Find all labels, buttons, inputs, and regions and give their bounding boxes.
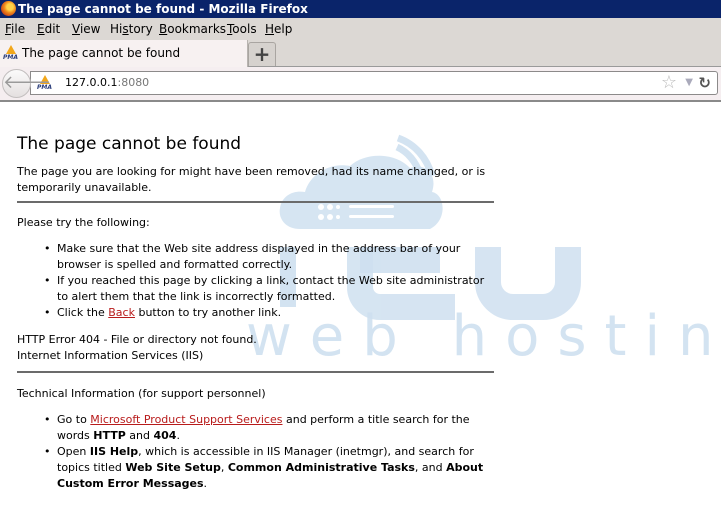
try-heading: Please try the following: (17, 216, 150, 229)
tab-page-not-found[interactable]: PMA The page cannot be found (0, 40, 248, 67)
navigation-bar: PMA 127.0.0.1:8080 ☆ ▼ ↻ 🡐 (0, 67, 721, 102)
list-item: Make sure that the Web site address disp… (44, 241, 495, 273)
back-button[interactable]: 🡐 (2, 69, 51, 98)
tech-heading: Technical Information (for support perso… (17, 387, 266, 400)
menu-view[interactable]: View (72, 18, 100, 40)
intro-text: The page you are looking for might have … (17, 165, 486, 194)
star-icon[interactable]: ☆ (661, 72, 677, 94)
menu-edit[interactable]: Edit (37, 18, 60, 40)
error-code-text: HTTP Error 404 - File or directory not f… (17, 333, 257, 346)
tab-strip: PMA The page cannot be found + (0, 40, 721, 67)
reload-icon[interactable]: ↻ (698, 73, 711, 93)
menu-tools[interactable]: Tools (227, 18, 257, 40)
url-bar[interactable]: PMA 127.0.0.1:8080 ☆ ▼ ↻ (30, 71, 718, 95)
list-item: Go to Microsoft Product Support Services… (44, 412, 495, 444)
list-item: Open IIS Help, which is accessible in II… (44, 444, 495, 492)
new-tab-button[interactable]: + (248, 42, 276, 66)
tab-title: The page cannot be found (22, 46, 181, 60)
pma-icon: PMA (3, 45, 19, 61)
menu-bookmarks[interactable]: Bookmarks (159, 18, 226, 40)
window-titlebar: The page cannot be found - Mozilla Firef… (0, 0, 721, 18)
url-text[interactable]: 127.0.0.1:8080 (65, 76, 149, 89)
firefox-icon[interactable] (1, 1, 16, 16)
window-title: The page cannot be found - Mozilla Firef… (18, 2, 308, 16)
page-content: web hosting The page cannot be found The… (0, 102, 721, 516)
divider (17, 371, 494, 373)
back-link[interactable]: Back (108, 306, 135, 319)
dropdown-icon[interactable]: ▼ (685, 76, 693, 90)
back-arrow-icon: 🡐 (3, 72, 52, 93)
try-list: Make sure that the Web site address disp… (17, 241, 495, 321)
list-item: If you reached this page by clicking a l… (44, 273, 495, 305)
divider (17, 201, 494, 203)
list-item: Click the Back button to try another lin… (44, 305, 495, 321)
page-title: The page cannot be found (17, 134, 242, 154)
support-services-link[interactable]: Microsoft Product Support Services (90, 413, 282, 426)
menu-file[interactable]: File (5, 18, 25, 40)
watermark-letter (475, 247, 581, 320)
menu-history[interactable]: History (110, 18, 153, 40)
menubar: File Edit View History Bookmarks Tools H… (0, 18, 721, 40)
menu-help[interactable]: Help (265, 18, 292, 40)
server-text: Internet Information Services (IIS) (17, 349, 204, 362)
tech-list: Go to Microsoft Product Support Services… (17, 412, 495, 492)
